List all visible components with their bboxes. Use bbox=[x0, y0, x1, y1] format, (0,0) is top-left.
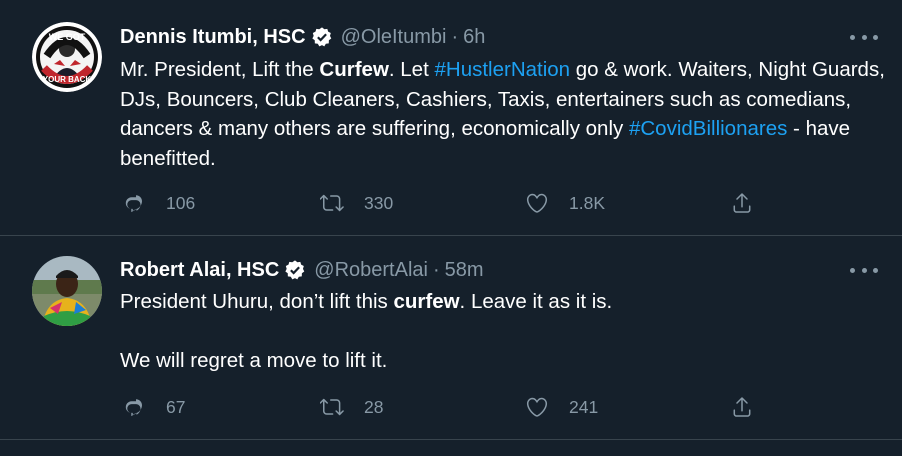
share-button[interactable] bbox=[730, 392, 754, 422]
tweet-dennis-itumbi[interactable]: WE GOT YOUR BACK Dennis Itumbi, HSC @Ole… bbox=[0, 0, 902, 236]
retweet-count: 330 bbox=[364, 192, 394, 213]
svg-text:YOUR BACK: YOUR BACK bbox=[43, 75, 92, 84]
like-button[interactable]: 241 bbox=[525, 392, 598, 422]
like-heart-icon bbox=[526, 397, 548, 417]
retweet-button[interactable]: 330 bbox=[320, 188, 393, 218]
like-heart-icon bbox=[526, 193, 548, 213]
share-icon bbox=[733, 193, 751, 213]
tweet-timestamp[interactable]: 58m bbox=[445, 259, 484, 282]
avatar[interactable] bbox=[32, 256, 102, 326]
share-button[interactable] bbox=[730, 188, 754, 218]
separator-dot: · bbox=[451, 25, 459, 48]
avatar-image bbox=[32, 256, 102, 326]
author-name[interactable]: Dennis Itumbi, HSC bbox=[120, 26, 306, 49]
tweet-paragraph: We will regret a move to lift it. bbox=[120, 348, 388, 372]
more-options-icon[interactable] bbox=[850, 265, 878, 275]
bold-keyword: Curfew bbox=[319, 58, 389, 81]
author-handle[interactable]: @OleItumbi bbox=[341, 26, 447, 49]
reply-icon bbox=[125, 399, 142, 417]
retweet-count: 28 bbox=[364, 396, 384, 417]
tweet-timestamp[interactable]: 6h bbox=[463, 26, 485, 49]
reply-icon bbox=[125, 195, 142, 213]
share-icon bbox=[733, 397, 751, 417]
reply-button[interactable]: 67 bbox=[122, 392, 185, 422]
svg-text:WE GOT: WE GOT bbox=[49, 32, 86, 42]
verified-badge-icon bbox=[311, 26, 333, 48]
reply-button[interactable]: 106 bbox=[122, 188, 195, 218]
avatar-image: WE GOT YOUR BACK bbox=[32, 22, 102, 92]
tweet-paragraph: President Uhuru, don’t lift this curfew.… bbox=[120, 290, 613, 313]
retweet-button[interactable]: 28 bbox=[320, 392, 383, 422]
verified-badge-icon bbox=[284, 259, 306, 281]
tweet-robert-alai[interactable]: Robert Alai, HSC @RobertAlai · 58m Presi… bbox=[0, 236, 902, 440]
tweet-actions: 106 330 1.8K bbox=[120, 188, 770, 218]
separator-dot: · bbox=[432, 258, 440, 281]
retweet-icon bbox=[320, 398, 344, 416]
more-options-icon[interactable] bbox=[850, 32, 878, 42]
like-button[interactable]: 1.8K bbox=[525, 188, 605, 218]
tweet-header: Dennis Itumbi, HSC @OleItumbi · 6h bbox=[120, 22, 485, 52]
author-handle[interactable]: @RobertAlai bbox=[314, 259, 428, 282]
tweet-actions: 67 28 241 bbox=[120, 392, 770, 422]
reply-count: 67 bbox=[166, 396, 186, 417]
retweet-icon bbox=[320, 194, 344, 212]
reply-count: 106 bbox=[166, 192, 196, 213]
like-count: 241 bbox=[569, 396, 599, 417]
tweet-text: Mr. President, Lift the Curfew. Let #Hus… bbox=[120, 58, 885, 170]
hashtag-link[interactable]: #HustlerNation bbox=[434, 58, 570, 81]
hashtag-link[interactable]: #CovidBillionares bbox=[629, 117, 787, 140]
tweet-text: President Uhuru, don’t lift this curfew.… bbox=[120, 287, 885, 375]
tweet-header: Robert Alai, HSC @RobertAlai · 58m bbox=[120, 255, 484, 285]
author-name[interactable]: Robert Alai, HSC bbox=[120, 259, 279, 282]
like-count: 1.8K bbox=[569, 192, 605, 213]
bold-keyword: curfew bbox=[393, 290, 460, 313]
avatar[interactable]: WE GOT YOUR BACK bbox=[32, 22, 102, 92]
